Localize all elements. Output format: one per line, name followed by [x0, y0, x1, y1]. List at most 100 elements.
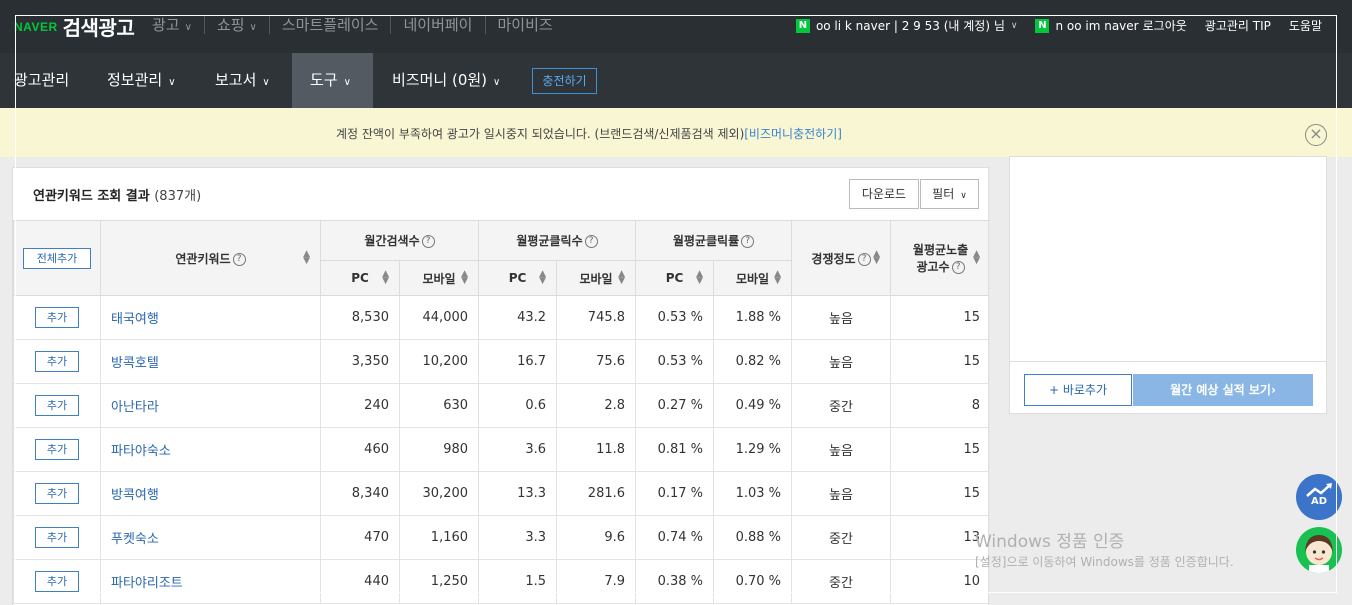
- keyword-link[interactable]: 푸켓숙소: [111, 532, 159, 547]
- download-button[interactable]: 다운로드: [849, 179, 919, 209]
- search-pc-cell: 440: [320, 559, 400, 604]
- tip-link[interactable]: 광고관리 TIP: [1205, 17, 1271, 34]
- gnb-divider: [484, 15, 486, 34]
- sort-icon[interactable]: ▲ ▼: [382, 270, 389, 286]
- keyword-link[interactable]: 파타야리조트: [111, 576, 183, 591]
- filter-button[interactable]: 필터 ∨: [920, 179, 979, 209]
- gnb-mybiz[interactable]: 마이비즈: [498, 14, 553, 35]
- search-mobile-cell: 10,200: [398, 339, 480, 384]
- col-click-mobile[interactable]: 모바일 ▲ ▼: [556, 260, 637, 296]
- keyword-basket-panel: + 바로추가 월간 예상 실적 보기›: [1009, 156, 1327, 414]
- table-row: 추가 방콕호텔 3,350 10,200 16.7 75.6 0.53 % 0.82 % 높음 1…: [13, 339, 988, 384]
- col-ctr-pc[interactable]: PC ▲ ▼: [635, 260, 715, 296]
- help-icon[interactable]: ?: [232, 252, 246, 266]
- keyword-link[interactable]: 파타야숙소: [111, 444, 171, 459]
- add-cell: 추가: [13, 471, 101, 516]
- col-monthly-ctr-label: 월평균클릭률: [672, 234, 740, 248]
- click-pc-cell: 1.5: [478, 559, 558, 604]
- sort-icon[interactable]: ▲ ▼: [973, 250, 980, 266]
- add-keyword-button[interactable]: 추가: [35, 483, 79, 504]
- gnb-shopping[interactable]: 쇼핑 ∨: [217, 14, 257, 35]
- col-addall: 전체추가: [13, 220, 101, 296]
- search-pc-cell: 460: [320, 427, 400, 472]
- chevron-down-icon: ∨: [249, 22, 257, 33]
- menu-info-manage[interactable]: 정보관리 ∨: [107, 53, 176, 108]
- search-pc-cell: 8,340: [320, 471, 400, 516]
- help-icon[interactable]: ?: [584, 235, 598, 248]
- help-icon[interactable]: ?: [741, 235, 755, 248]
- logout-link[interactable]: 로그아웃: [1143, 17, 1187, 34]
- gnb-ad[interactable]: 광고 ∨: [152, 14, 192, 35]
- col-monthly-clicks-label: 월평균클릭수: [516, 234, 583, 248]
- bizmoney-charge-link[interactable]: [비즈머니충전하기]: [744, 127, 842, 141]
- main-menu-bar: 광고관리 정보관리 ∨ 보고서 ∨ 도구 ∨ 비즈머니 (0원) ∨: [0, 53, 1352, 108]
- col-monthly-search-label: 월간검색수: [364, 234, 420, 248]
- add-keyword-button[interactable]: 추가: [35, 307, 79, 328]
- ctr-pc-cell: 0.81 %: [635, 427, 715, 472]
- sort-icon[interactable]: ▲ ▼: [303, 250, 310, 266]
- col-keyword-label: 연관키워드: [175, 251, 231, 266]
- col-ctr-mobile[interactable]: 모바일 ▲ ▼: [713, 260, 793, 296]
- notice-banner: 계정 잔액이 부족하여 광고가 일시중지 되었습니다. (브랜드검색/신제품검색…: [0, 108, 1352, 157]
- charge-button[interactable]: 충전하기: [532, 68, 597, 94]
- add-keyword-button[interactable]: 추가: [35, 527, 79, 548]
- add-keyword-button[interactable]: 추가: [35, 571, 79, 592]
- naver-searchad-logo[interactable]: NAVER 검색광고: [14, 12, 135, 41]
- sort-icon[interactable]: ▲ ▼: [461, 270, 468, 286]
- sort-icon[interactable]: ▲ ▼: [774, 270, 781, 286]
- menu-tools[interactable]: 도구 ∨: [292, 53, 373, 108]
- close-icon[interactable]: ×: [1305, 124, 1327, 146]
- ads-cell: 15: [890, 471, 988, 516]
- col-search-pc[interactable]: PC ▲ ▼: [320, 260, 400, 296]
- account-selector[interactable]: N oo li k naver | 2 9 53 (내 계정) 님 ∨: [795, 17, 1018, 34]
- add-all-button[interactable]: 전체추가: [23, 247, 91, 269]
- table-row: 추가 파타야숙소 460 980 3.6 11.8 0.81 % 1.29 % 높음 15: [13, 427, 988, 472]
- sort-icon[interactable]: ▲ ▼: [696, 270, 703, 286]
- gnb-naverpay[interactable]: 네이버페이: [403, 14, 472, 35]
- click-mobile-cell: 281.6: [556, 471, 637, 516]
- keyword-link[interactable]: 방콕여행: [111, 488, 159, 503]
- chevron-down-icon: ∨: [493, 77, 501, 88]
- chatbot-floating-button[interactable]: [1296, 527, 1342, 573]
- menu-reports[interactable]: 보고서 ∨: [215, 53, 270, 108]
- table-row: 추가 파타야리조트 440 1,250 1.5 7.9 0.38 % 0.70 % 중간 10: [13, 559, 988, 604]
- search-mobile-cell: 1,160: [398, 515, 480, 560]
- table-row: 추가 푸켓숙소 470 1,160 3.3 9.6 0.74 % 0.88 % 중간 13: [13, 515, 988, 560]
- col-search-mobile[interactable]: 모바일 ▲ ▼: [398, 260, 480, 296]
- col-click-pc[interactable]: PC ▲ ▼: [478, 260, 558, 296]
- col-ad-count[interactable]: 월평균노출 광고수? ▲ ▼: [890, 220, 988, 296]
- help-icon[interactable]: ?: [951, 261, 965, 274]
- add-keyword-button[interactable]: 추가: [35, 395, 79, 416]
- gnb-smartplace[interactable]: 스마트플레이스: [282, 14, 379, 35]
- menu-bizmoney[interactable]: 비즈머니 (0원) ∨: [392, 53, 500, 108]
- monthly-forecast-button[interactable]: 월간 예상 실적 보기›: [1133, 374, 1313, 406]
- ads-cell: 15: [890, 427, 988, 472]
- help-link[interactable]: 도움말: [1289, 17, 1322, 34]
- help-icon[interactable]: ?: [857, 252, 871, 266]
- sort-icon[interactable]: ▲ ▼: [618, 270, 625, 286]
- keyword-link[interactable]: 아난타라: [111, 400, 159, 415]
- keyword-link[interactable]: 태국여행: [111, 312, 159, 327]
- sort-icon[interactable]: ▲ ▼: [539, 270, 546, 286]
- click-pc-cell: 3.6: [478, 427, 558, 472]
- search-mobile-cell: 44,000: [398, 295, 480, 340]
- ctr-mobile-cell: 1.29 %: [713, 427, 793, 472]
- col-ctr-pc-label: PC: [665, 271, 684, 285]
- ad-floating-button[interactable]: AD: [1296, 474, 1342, 520]
- col-competition[interactable]: 경쟁정도? ▲ ▼: [791, 220, 892, 296]
- click-pc-cell: 16.7: [478, 339, 558, 384]
- direct-add-button[interactable]: + 바로추가: [1024, 374, 1132, 406]
- sort-icon[interactable]: ▲ ▼: [873, 250, 880, 266]
- keyword-link[interactable]: 방콕호텔: [111, 356, 159, 371]
- ctr-pc-cell: 0.38 %: [635, 559, 715, 604]
- col-monthly-clicks: 월평균클릭수?: [478, 220, 637, 261]
- top-navigation-bar: NAVER 검색광고 광고 ∨ 쇼핑 ∨ 스마트플레이스 네이버페이 마이비즈 N …: [0, 0, 1352, 53]
- add-keyword-button[interactable]: 추가: [35, 351, 79, 372]
- col-keyword[interactable]: 연관키워드? ▲ ▼: [100, 220, 321, 296]
- help-icon[interactable]: ?: [421, 235, 435, 248]
- chevron-down-icon: ∨: [1010, 20, 1018, 31]
- menu-info-manage-label: 정보관리: [107, 71, 163, 89]
- add-keyword-button[interactable]: 추가: [35, 439, 79, 460]
- gnb-divider: [390, 15, 392, 34]
- menu-ad-manage[interactable]: 광고관리: [14, 53, 69, 108]
